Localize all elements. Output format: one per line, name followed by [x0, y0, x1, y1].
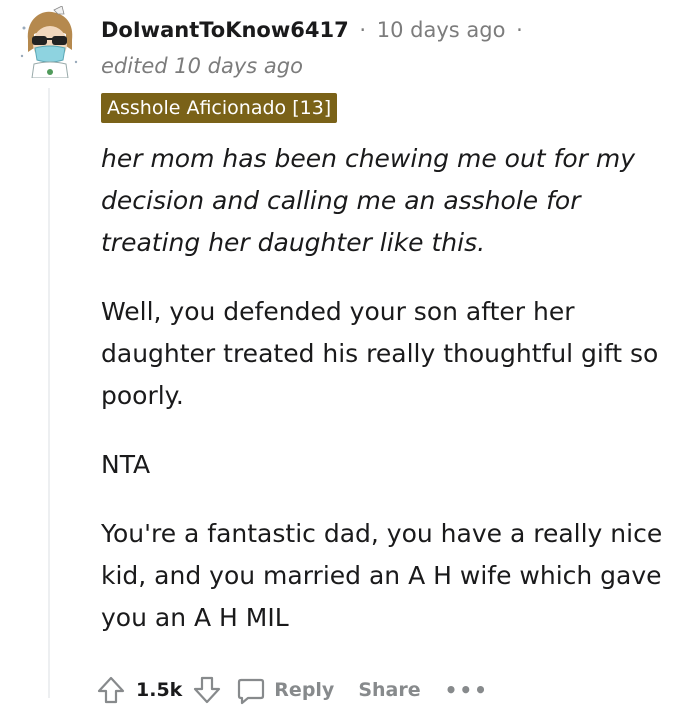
comment-paragraph: You're a fantastic dad, you have a reall…	[101, 519, 663, 632]
reply-button[interactable]: Reply	[236, 675, 334, 705]
more-icon[interactable]: •••	[445, 678, 489, 702]
reply-label: Reply	[274, 679, 335, 701]
avatar[interactable]	[18, 5, 82, 79]
comment-meta: DoIwantToKnow6417 · 10 days ago ·	[101, 18, 527, 42]
comment-paragraph: NTA	[101, 450, 151, 479]
vote-score: 1.5k	[136, 679, 183, 701]
comment-body: her mom has been chewing me out for my d…	[101, 138, 676, 666]
separator-dot: ·	[359, 18, 367, 42]
author-link[interactable]: DoIwantToKnow6417	[101, 18, 349, 42]
share-button[interactable]: Share	[358, 679, 420, 701]
timestamp[interactable]: 10 days ago	[377, 18, 506, 42]
user-flair: Asshole Aficionado [13]	[101, 93, 338, 123]
comment-paragraph: Well, you defended your son after her da…	[101, 297, 659, 410]
thread-line[interactable]	[48, 88, 50, 698]
separator-dot: ·	[516, 18, 523, 42]
upvote-icon[interactable]	[96, 675, 126, 705]
comment-quote: her mom has been chewing me out for my d…	[101, 144, 636, 257]
edited-label: edited 10 days ago	[101, 54, 303, 78]
share-label: Share	[358, 679, 421, 701]
comment-bubble-icon	[238, 678, 265, 705]
downvote-icon[interactable]	[192, 675, 222, 705]
avatar-image	[20, 5, 78, 79]
comment-actions: 1.5k Reply Share •••	[96, 672, 489, 708]
